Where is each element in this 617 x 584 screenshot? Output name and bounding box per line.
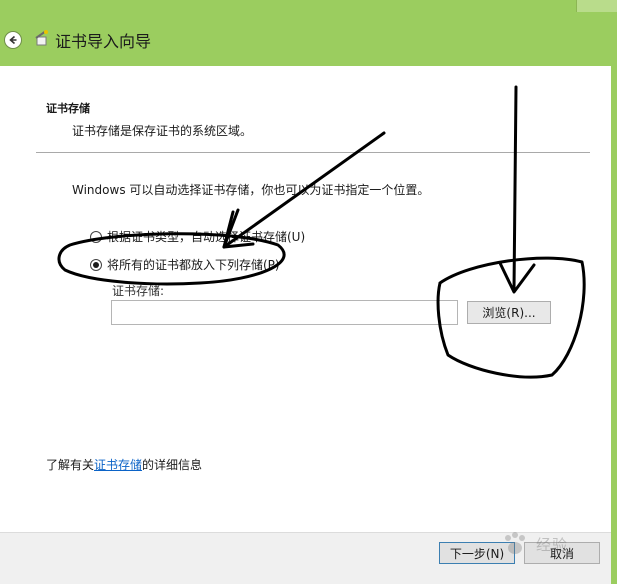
- radio-auto-select[interactable]: [90, 230, 102, 243]
- watermark-text: 经验: [536, 535, 569, 554]
- option-place-all-label: 将所有的证书都放入下列存储(P): [107, 258, 280, 272]
- window-corner: [576, 0, 617, 12]
- section-subtitle: 证书存储是保存证书的系统区域。: [72, 124, 253, 138]
- radio-place-all[interactable]: [90, 258, 102, 271]
- store-label: 证书存储:: [112, 284, 165, 298]
- section-title: 证书存储: [46, 102, 90, 115]
- option-auto-select-label: 根据证书类型，自动选择证书存储(U): [107, 230, 306, 244]
- more-info-prefix: 了解有关: [46, 458, 95, 472]
- window-title: 证书导入向导: [55, 32, 152, 51]
- watermark: 经验: [500, 520, 610, 568]
- browse-button[interactable]: 浏览(R)...: [467, 301, 551, 324]
- more-info-suffix: 的详细信息: [142, 458, 203, 472]
- more-info-text: 了解有关证书存储的详细信息: [46, 456, 202, 473]
- section-divider: [36, 152, 590, 153]
- back-arrow-icon: [9, 35, 17, 45]
- title-bar: 证书导入向导: [0, 0, 617, 66]
- wizard-content: 证书存储 证书存储是保存证书的系统区域。 Windows 可以自动选择证书存储，…: [0, 66, 611, 584]
- paw-logo-icon: [505, 532, 525, 554]
- certificate-wizard-icon: [35, 30, 48, 46]
- back-button[interactable]: [4, 31, 22, 49]
- option-place-all[interactable]: 将所有的证书都放入下列存储(P): [90, 256, 280, 273]
- store-input[interactable]: [111, 300, 458, 325]
- option-auto-select[interactable]: 根据证书类型，自动选择证书存储(U): [90, 228, 305, 245]
- certificate-store-link[interactable]: 证书存储: [94, 458, 142, 472]
- intro-text: Windows 可以自动选择证书存储，你也可以为证书指定一个位置。: [72, 183, 430, 197]
